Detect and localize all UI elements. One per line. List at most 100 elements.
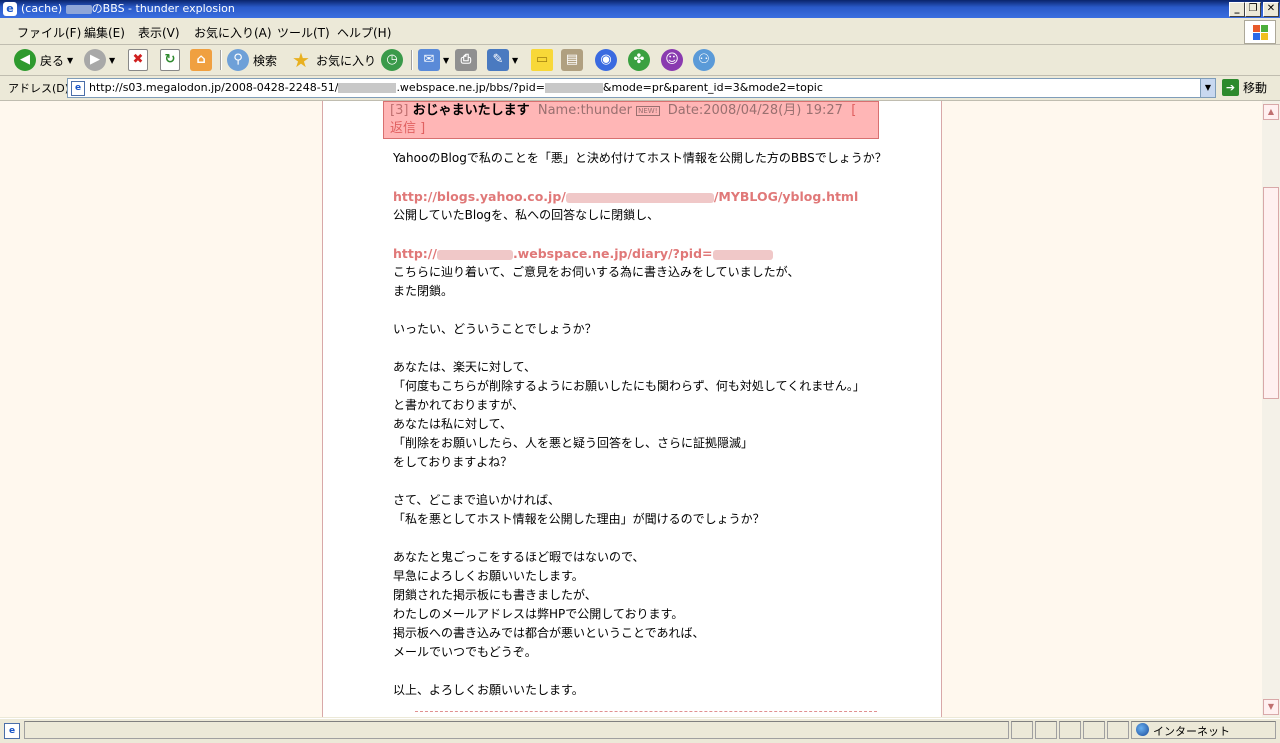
post-subject: おじゃまいたします (412, 103, 530, 118)
favorites-button[interactable]: ★ お気に入り (290, 48, 376, 72)
mail-icon: ✉ (418, 49, 440, 71)
status-pane (1059, 721, 1081, 739)
diary-link[interactable]: http:// .webspace.ne.jp/diary/?pid= (393, 244, 913, 263)
scroll-down-icon[interactable]: ▼ (1263, 699, 1279, 715)
chevron-down-icon[interactable]: ▼ (512, 56, 518, 65)
yahoo-icon: ☺ (661, 49, 683, 71)
link-suffix[interactable]: .webspace.ne.jp/diary/?pid= (513, 246, 713, 261)
chevron-down-icon[interactable]: ▼ (67, 56, 73, 65)
toolbar: ◀ 戻る ▼ ▶ ▼ ✖ ↻ ⌂ ⚲ 検索 ★ お気に入り ◷ ✉ ▼ ⎙ ✎ … (0, 45, 1280, 76)
redacted-blur (544, 83, 603, 93)
new-badge: NEW! (636, 105, 660, 116)
window-title: (cache) のBBS - thunder explosion (21, 0, 235, 18)
note-icon: ▭ (531, 49, 553, 71)
title-bar: e (cache) のBBS - thunder explosion _ ❐ ✕ (0, 0, 1280, 18)
chevron-down-icon[interactable]: ▼ (109, 56, 115, 65)
back-button[interactable]: ◀ 戻る ▼ (14, 48, 73, 72)
menu-favorites[interactable]: お気に入り(A) (194, 24, 272, 41)
go-button[interactable]: ➔ 移動 (1222, 79, 1267, 96)
vertical-scrollbar[interactable]: ▲ ▼ (1262, 101, 1280, 717)
plugin-button[interactable]: ✤ (628, 48, 650, 72)
redacted-blur (565, 192, 714, 203)
address-url[interactable]: http://s03.megalodon.jp/2008-0428-2248-5… (89, 81, 823, 94)
link-suffix[interactable]: /MYBLOG/yblog.html (714, 189, 858, 204)
print-button[interactable]: ⎙ (455, 48, 477, 72)
chevron-down-icon[interactable]: ▼ (1200, 79, 1215, 97)
stop-icon: ✖ (128, 49, 148, 71)
post-divider (415, 711, 877, 712)
post-line: 掲示板への書き込みでは都合が悪いということであれば、 (393, 626, 705, 640)
history-button[interactable]: ◷ (381, 48, 403, 72)
menu-view[interactable]: 表示(V) (138, 24, 180, 41)
status-pane (1035, 721, 1057, 739)
post-author: Name:thunder (537, 103, 632, 118)
post-line: をしておりますよね？ (393, 455, 513, 469)
post-line: 「何度もこちらが削除するようにお願いしたにも関わらず、何も対処してくれません。」 (393, 379, 865, 393)
menu-bar: ファイル(F) 編集(E) 表示(V) お気に入り(A) ツール(T) ヘルプ(… (0, 18, 1280, 45)
url-part3: &mode=pr&parent_id=3&mode2=topic (602, 81, 823, 94)
minimize-button[interactable]: _ (1229, 2, 1245, 17)
messenger-button[interactable]: ◉ (595, 48, 617, 72)
ie-page-icon: e (71, 81, 85, 96)
bbs-column: [3] おじゃまいたします Name:thunder NEW! Date:200… (322, 101, 942, 717)
book-icon: ▤ (561, 49, 583, 71)
post-line: 公開していたBlogを、私への回答なしに閉鎖し、 (393, 208, 660, 222)
post-line: 以上、よろしくお願いいたします。 (393, 683, 584, 697)
go-label: 移動 (1243, 81, 1268, 95)
search-button[interactable]: ⚲ 検索 (227, 48, 277, 72)
maximize-button[interactable]: ❐ (1245, 2, 1261, 17)
post-line: また閉鎖。 (393, 284, 454, 298)
menu-tools[interactable]: ツール(T) (277, 24, 330, 41)
note-button[interactable]: ▭ (531, 48, 553, 72)
forward-button[interactable]: ▶ ▼ (84, 48, 115, 72)
home-icon: ⌂ (190, 49, 212, 71)
search-icon: ⚲ (227, 49, 249, 71)
chevron-down-icon[interactable]: ▼ (443, 56, 449, 65)
menu-help[interactable]: ヘルプ(H) (337, 24, 391, 41)
link-prefix[interactable]: http://blogs.yahoo.co.jp/ (393, 189, 566, 204)
history-icon: ◷ (381, 49, 403, 71)
back-label: 戻る (40, 53, 65, 68)
forward-icon: ▶ (84, 49, 106, 71)
contacts-button[interactable]: ⚇ (693, 48, 715, 72)
stop-button[interactable]: ✖ (128, 48, 148, 72)
mail-button[interactable]: ✉ ▼ (418, 48, 449, 72)
blog-link[interactable]: http://blogs.yahoo.co.jp/ /MYBLOG/yblog.h… (393, 187, 913, 206)
status-text-pane (24, 721, 1009, 739)
title-prefix: (cache) (21, 2, 63, 15)
go-icon: ➔ (1222, 79, 1239, 96)
toolbar-separator (411, 50, 413, 70)
title-suffix: のBBS - thunder explosion (91, 2, 235, 15)
post-line: あなたは私に対して、 (393, 417, 513, 431)
people-icon: ⚇ (693, 49, 715, 71)
back-icon: ◀ (14, 49, 36, 71)
menu-file[interactable]: ファイル(F) (17, 24, 81, 41)
refresh-icon: ↻ (160, 49, 180, 71)
xp-logo-icon (1244, 20, 1276, 44)
page-status-icon: e (4, 723, 20, 739)
edit-button[interactable]: ✎ ▼ (487, 48, 518, 72)
home-button[interactable]: ⌂ (190, 48, 212, 72)
research-button[interactable]: ▤ (561, 48, 583, 72)
close-button[interactable]: ✕ (1263, 2, 1279, 17)
globe-icon (1136, 723, 1149, 736)
scroll-thumb[interactable] (1263, 187, 1279, 399)
post-number: [3] (390, 103, 409, 118)
menu-edit[interactable]: 編集(E) (84, 24, 125, 41)
status-bar: e インターネット (0, 718, 1280, 743)
refresh-button[interactable]: ↻ (160, 48, 180, 72)
address-input[interactable]: e http://s03.megalodon.jp/2008-0428-2248… (67, 78, 1216, 98)
post-line: わたしのメールアドレスは弊HPで公開しております。 (393, 607, 684, 621)
address-bar: アドレス(D) e http://s03.megalodon.jp/2008-0… (0, 76, 1280, 101)
ie-icon: e (3, 2, 17, 16)
link-prefix[interactable]: http:// (393, 246, 437, 261)
post-date: Date:2008/04/28(月) 19:27 (667, 103, 843, 118)
favorites-star-icon: ★ (292, 48, 310, 72)
post-line: いったい、どういうことでしょうか？ (393, 322, 597, 336)
post-line: 早急によろしくお願いいたします。 (393, 569, 584, 583)
status-pane (1011, 721, 1033, 739)
yahoo-button[interactable]: ☺ (661, 48, 683, 72)
post-line: と書かれておりますが、 (393, 398, 525, 412)
favorites-label: お気に入り (316, 53, 377, 68)
scroll-up-icon[interactable]: ▲ (1263, 104, 1279, 120)
